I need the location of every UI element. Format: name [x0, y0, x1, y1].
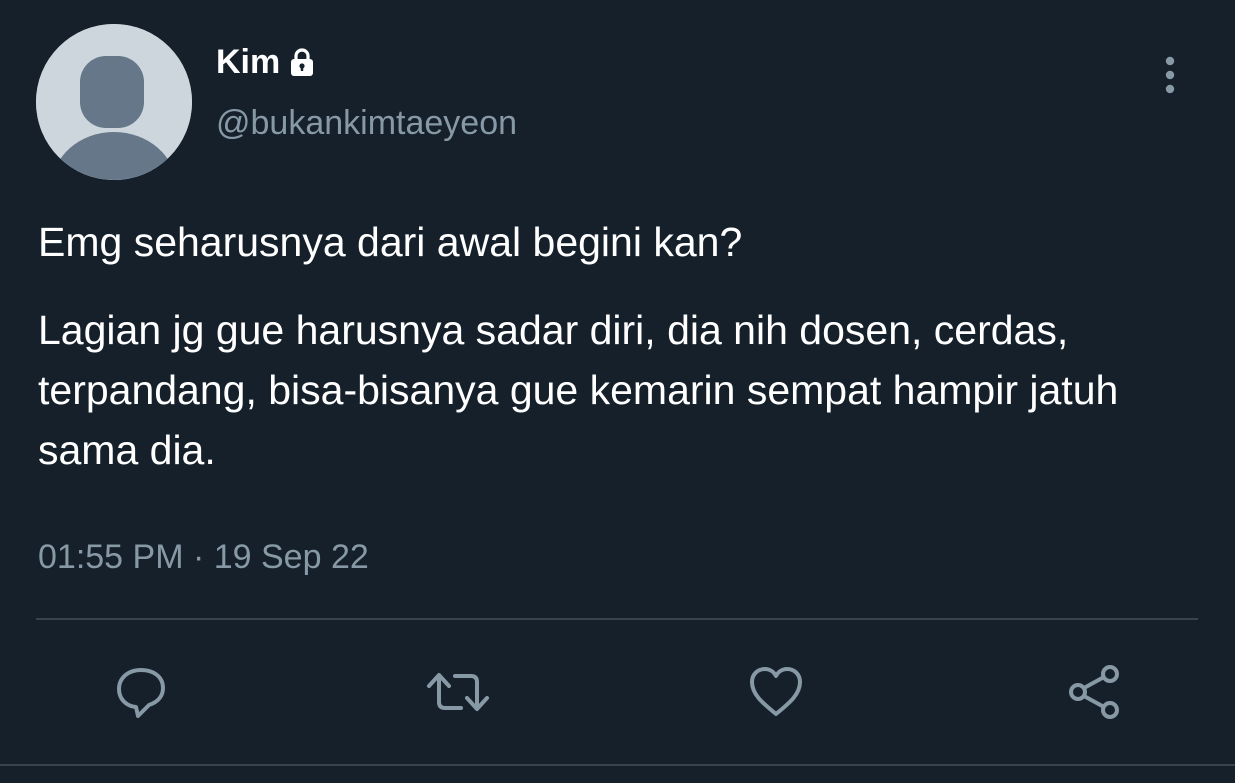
lock-icon [286, 47, 318, 77]
share-button[interactable] [1054, 652, 1134, 732]
default-avatar-icon [36, 24, 192, 180]
like-button[interactable] [736, 652, 816, 732]
tweet-timestamp[interactable]: 01:55 PM · 19 Sep 22 [38, 538, 369, 577]
retweet-button[interactable] [418, 652, 498, 732]
display-name[interactable]: Kim [216, 43, 280, 82]
reply-icon [117, 668, 165, 718]
avatar[interactable] [36, 24, 192, 180]
tweet-paragraph: Lagian jg gue harusnya sadar diri, dia n… [38, 307, 1119, 473]
share-icon [1069, 665, 1119, 719]
tweet-text: Emg seharusnya dari awal begini kan? Lag… [38, 212, 1208, 480]
action-bar [0, 652, 1235, 732]
retweet-icon [427, 673, 489, 711]
more-vertical-icon [1165, 56, 1175, 94]
heart-icon [750, 667, 802, 716]
user-handle[interactable]: @bukankimtaeyeon [216, 104, 517, 143]
tweet-card: Kim @bukankimtaeyeon Emg seharusnya dari… [0, 0, 1235, 783]
more-options-button[interactable] [1150, 50, 1190, 100]
tweet-paragraph: Emg seharusnya dari awal begini kan? [38, 219, 743, 265]
reply-button[interactable] [101, 652, 181, 732]
bottom-divider [0, 764, 1235, 766]
divider [36, 618, 1198, 620]
author-name-row: Kim [216, 40, 318, 84]
